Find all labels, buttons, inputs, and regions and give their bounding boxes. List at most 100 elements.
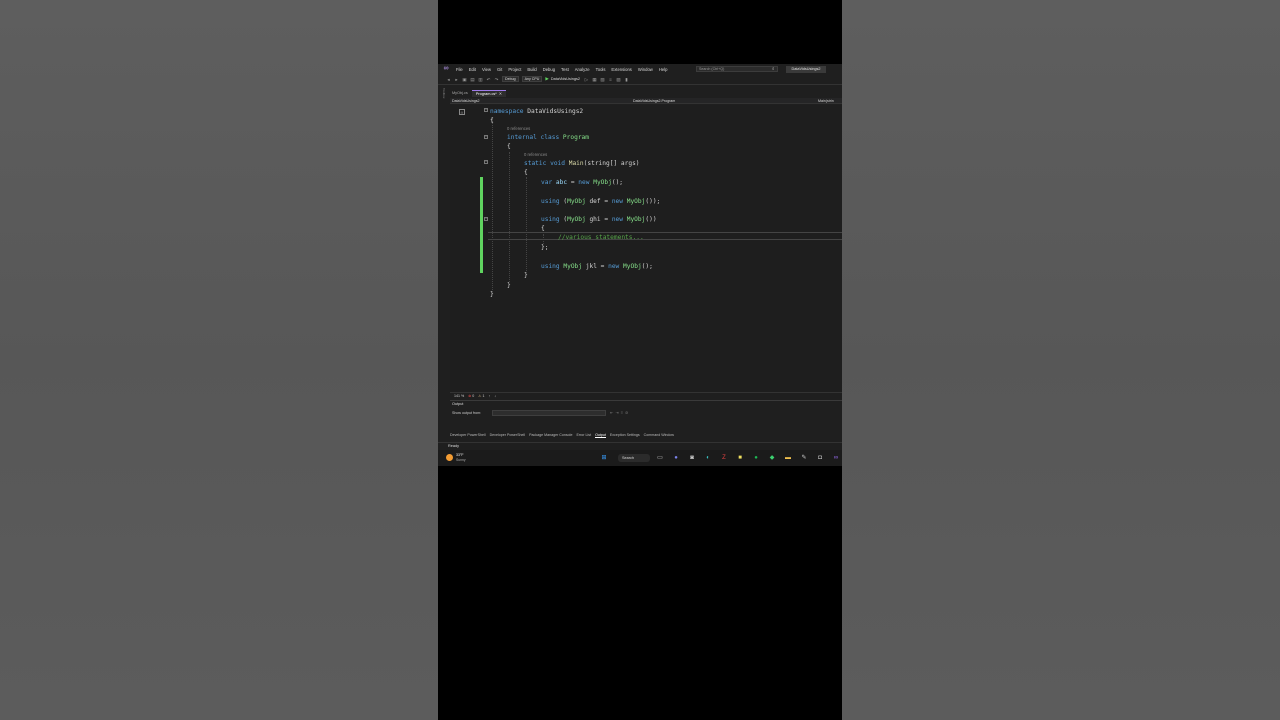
fold-icon[interactable]: − (484, 108, 488, 112)
undo-icon[interactable]: ↶ (486, 77, 491, 82)
menu-debug[interactable]: Debug (543, 67, 555, 72)
status-bar: Ready (438, 442, 842, 449)
codelens-references[interactable]: 0 references (524, 152, 547, 157)
menu-build[interactable]: Build (527, 67, 536, 72)
code-line-4: { (507, 143, 511, 150)
filezilla-icon[interactable]: Z (720, 454, 728, 462)
search-icon[interactable]: ⌕ (772, 66, 775, 71)
menu-extensions[interactable]: Extensions (611, 67, 631, 72)
visual-studio-taskbar-icon[interactable]: ∞ (832, 454, 840, 462)
next-issue-icon[interactable]: ↓ (494, 394, 496, 398)
editor-status-bar: 141 % ⊗ 0 ⚠ 1 ↑ ↓ (450, 392, 842, 398)
fold-icon[interactable]: − (484, 160, 488, 164)
tool-icon[interactable]: ✎ (800, 454, 808, 462)
output-title: Output (452, 402, 464, 406)
spotify-icon[interactable]: ● (752, 454, 760, 462)
sticky-notes-icon[interactable]: ■ (736, 454, 744, 462)
warning-icon[interactable]: ⚠ (478, 394, 481, 398)
tab-program-cs[interactable]: Program.cs* ✕ (471, 90, 506, 97)
tool-window-tabs: Developer PowerShell Developer PowerShel… (450, 432, 842, 438)
output-panel: Output Show output from: ⇤⇥≡⊘ (450, 400, 842, 430)
codelens-references[interactable]: 0 references (507, 126, 530, 131)
teams-icon[interactable]: ● (672, 454, 680, 462)
menu-view[interactable]: View (482, 67, 491, 72)
menu-tools[interactable]: Tools (596, 67, 606, 72)
visual-studio-window: ∞ File Edit View Git Project Build Debug… (438, 64, 842, 450)
error-icon[interactable]: ⊗ (468, 394, 471, 398)
code-editor[interactable]: ⚇ − − − − namespace DataVidsUsings2 { 0 … (450, 105, 842, 392)
save-all-icon[interactable]: ▥ (478, 77, 483, 82)
edge-icon[interactable]: ◐ (704, 454, 712, 462)
redo-icon[interactable]: ↷ (494, 77, 499, 82)
start-without-debugging-icon[interactable]: ▷ (584, 77, 589, 82)
project-dropdown[interactable]: DataVidsUsings2 (452, 99, 480, 103)
video-frame: ∞ File Edit View Git Project Build Debug… (438, 0, 842, 720)
save-icon[interactable]: ▤ (470, 77, 475, 82)
menu-project[interactable]: Project (508, 67, 521, 72)
platform-select[interactable]: Any CPU (521, 76, 543, 82)
show-output-from-label: Show output from: (452, 411, 482, 415)
tab-label: MyObj.cs (452, 91, 468, 95)
solution-name-badge[interactable]: DataVidsUsings2 (786, 65, 826, 73)
toolbar-icon-b[interactable]: ▧ (600, 77, 605, 82)
bookmark-icon[interactable]: ▮ (624, 77, 629, 82)
indent-guide (526, 177, 527, 273)
new-project-icon[interactable]: ▣ (462, 77, 467, 82)
forward-icon[interactable]: ▸ (454, 77, 459, 82)
code-line-10: { (541, 225, 545, 232)
tab-developer-powershell[interactable]: Developer PowerShell (450, 433, 486, 437)
close-icon[interactable]: ✕ (499, 92, 502, 96)
tab-label: Program.cs* (475, 92, 497, 96)
menu-test[interactable]: Test (561, 67, 569, 72)
tab-myobj-cs[interactable]: MyObj.cs (448, 90, 472, 97)
code-line-1: namespace DataVidsUsings2 (490, 108, 584, 115)
tab-error-list[interactable]: Error List (576, 433, 591, 437)
task-view-icon[interactable]: ▭ (656, 454, 664, 462)
toolbar-icon-a[interactable]: ▦ (592, 77, 597, 82)
warning-count[interactable]: 1 (482, 394, 484, 398)
menu-edit[interactable]: Edit (469, 67, 476, 72)
windows-start-icon[interactable]: ⊞ (600, 454, 608, 462)
configuration-select[interactable]: Debug (502, 76, 519, 82)
start-debugging-icon[interactable]: ▶ (545, 76, 549, 82)
menu-file[interactable]: File (456, 67, 463, 72)
weather-condition[interactable]: Sunny (456, 458, 466, 462)
toolbar-icon-d[interactable]: ▨ (616, 77, 621, 82)
prev-issue-icon[interactable]: ↑ (488, 394, 490, 398)
zoom-level[interactable]: 141 % (454, 394, 464, 398)
diamond-app-icon[interactable]: ◆ (768, 454, 776, 462)
menu-window[interactable]: Window (638, 67, 653, 72)
toolbar: ◂ ▸ ▣ ▤ ▥ ↶ ↷ Debug Any CPU ▶ DataVidsUs… (438, 74, 842, 85)
file-explorer-icon[interactable]: ▬ (784, 454, 792, 462)
back-icon[interactable]: ◂ (446, 77, 451, 82)
tab-exception-settings[interactable]: Exception Settings (610, 433, 640, 437)
start-target-label[interactable]: DataVidsUsings2 (551, 77, 580, 81)
output-source-select[interactable] (492, 410, 606, 416)
toolbar-icon-c[interactable]: ≡ (608, 77, 613, 82)
search-input[interactable]: Search (Ctrl+Q) (696, 66, 778, 72)
app-icon-2[interactable]: ◘ (816, 454, 824, 462)
toolbox-strip[interactable]: Toolbox (440, 88, 446, 408)
tab-output[interactable]: Output (595, 433, 606, 438)
app-icon[interactable]: ◙ (688, 454, 696, 462)
code-line-2: { (490, 117, 494, 124)
member-dropdown[interactable]: Main(strin (818, 99, 834, 103)
quick-actions-icon[interactable]: ⚇ (459, 109, 465, 115)
menu-git[interactable]: Git (497, 67, 502, 72)
sun-icon[interactable] (446, 454, 453, 461)
output-toolbar-icons[interactable]: ⇤⇥≡⊘ (610, 410, 630, 415)
error-count[interactable]: 0 (472, 394, 474, 398)
background-left (0, 0, 438, 720)
tab-command-window[interactable]: Command Window (644, 433, 674, 437)
tab-developer-powershell-2[interactable]: Developer PowerShell (490, 433, 526, 437)
taskbar-search-button[interactable]: Search (618, 454, 650, 462)
fold-icon[interactable]: − (484, 135, 488, 139)
tab-package-manager-console[interactable]: Package Manager Console (529, 433, 572, 437)
menu-analyze[interactable]: Analyze (575, 67, 590, 72)
menu-help[interactable]: Help (659, 67, 668, 72)
fold-icon[interactable]: − (484, 217, 488, 221)
class-dropdown[interactable]: DataVidsUsings2.Program (633, 99, 675, 103)
code-line-9: using (MyObj ghi = new MyObj()) (541, 216, 657, 223)
code-line-13: using MyObj jkl = new MyObj(); (541, 263, 653, 270)
weather-temperature[interactable]: 33°F (456, 453, 464, 457)
